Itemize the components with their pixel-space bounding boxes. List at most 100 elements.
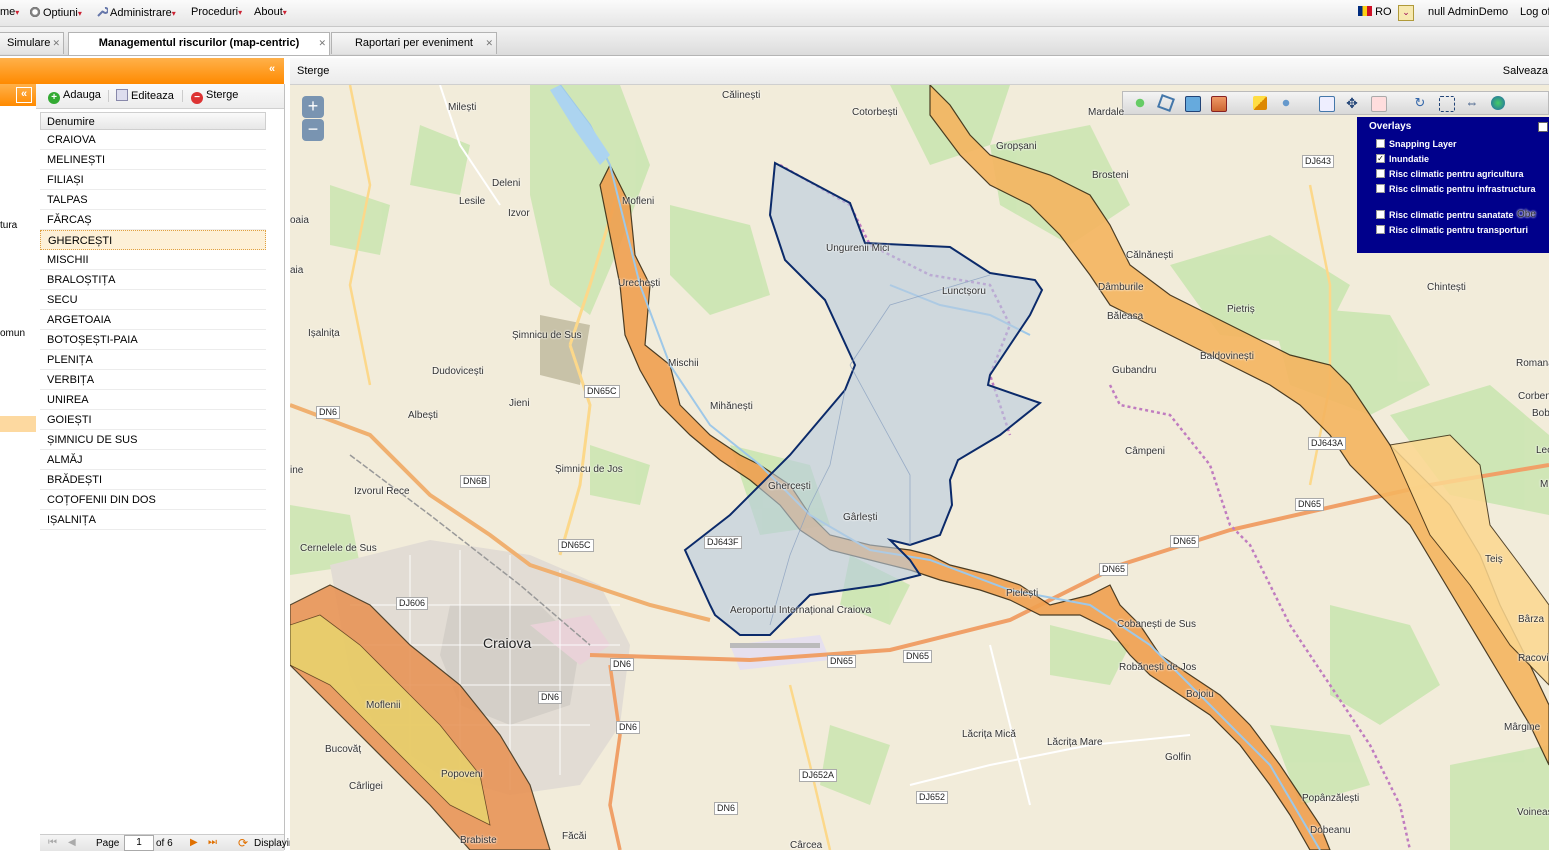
table-row[interactable]: ȘIMNICU DE SUS xyxy=(40,430,266,450)
language-dropdown-icon[interactable]: ⌄ xyxy=(1398,5,1414,21)
strip-selected-row[interactable] xyxy=(0,416,36,432)
table-row[interactable]: FĂRCAȘ xyxy=(40,210,266,230)
menu-optiuni[interactable]: Optiuni▾ xyxy=(29,6,82,19)
place-label: Călnănești xyxy=(1126,250,1174,261)
table-row[interactable]: MISCHII xyxy=(40,250,266,270)
checkbox[interactable] xyxy=(1376,169,1385,178)
runway xyxy=(730,643,820,648)
table-row[interactable]: BOTOȘEȘTI-PAIA xyxy=(40,330,266,350)
overlay-risc-infrastructura[interactable]: Risc climatic pentru infrastructura xyxy=(1376,184,1549,194)
chevron-down-icon: ▾ xyxy=(171,9,176,18)
logout-link[interactable]: Log of xyxy=(1520,6,1549,18)
edit-button[interactable]: Editeaza xyxy=(116,89,174,102)
last-page-icon[interactable]: ⏭ xyxy=(208,837,217,848)
table-row[interactable]: VERBIȚA xyxy=(40,370,266,390)
table-row[interactable]: MELINEȘTI xyxy=(40,150,266,170)
menu-optiuni-label: Optiuni xyxy=(43,7,78,19)
table-row[interactable]: CRAIOVA xyxy=(40,130,266,150)
table-row[interactable]: PLENIȚA xyxy=(40,350,266,370)
collapse-left-panel-icon[interactable]: « xyxy=(265,63,279,77)
place-label: Golfin xyxy=(1165,752,1192,763)
checkbox[interactable] xyxy=(1376,184,1385,193)
overlay-snapping-layer[interactable]: Snapping Layer xyxy=(1376,139,1549,149)
overlay-risc-agricultura[interactable]: Risc climatic pentru agricultura xyxy=(1376,169,1549,179)
checkbox[interactable] xyxy=(1376,139,1385,148)
overlay-risc-transporturi[interactable]: Risc climatic pentru transporturi xyxy=(1376,225,1549,235)
refresh-icon[interactable]: ⟳ xyxy=(238,836,248,850)
delete-feature-icon[interactable] xyxy=(1371,96,1387,112)
table-row[interactable]: BRĂDEȘTI xyxy=(40,470,266,490)
pencil-icon[interactable] xyxy=(1253,96,1267,110)
left-strip-panel: tura omun xyxy=(0,106,37,850)
menu-administrare[interactable]: Administrare▾ xyxy=(96,6,176,19)
rotate-icon[interactable]: ↻ xyxy=(1413,96,1427,110)
collapse-strip-icon[interactable]: « xyxy=(16,87,32,103)
road-label: DN6 xyxy=(316,406,341,419)
scissors-icon[interactable] xyxy=(1279,96,1293,110)
place-label: Cobanești de Sus xyxy=(1117,619,1196,630)
select-icon[interactable] xyxy=(1319,96,1335,112)
place-label: Călinești xyxy=(722,90,761,101)
place-label: Ghercești xyxy=(768,481,811,492)
road-label: DJ643A xyxy=(1308,437,1347,450)
minimize-icon[interactable] xyxy=(1538,122,1548,132)
table-row[interactable]: SECU xyxy=(40,290,266,310)
add-polygon-icon[interactable] xyxy=(1185,96,1201,112)
table-row[interactable]: UNIREA xyxy=(40,390,266,410)
add-line-icon[interactable] xyxy=(1157,94,1175,112)
close-icon[interactable]: ✕ xyxy=(318,33,326,54)
table-row[interactable]: IȘALNIȚA xyxy=(40,510,266,530)
measure-icon[interactable]: ⇔ xyxy=(1465,96,1479,110)
checkbox[interactable] xyxy=(1376,210,1385,219)
add-shape-icon[interactable] xyxy=(1211,96,1227,112)
table-row[interactable]: FILIAȘI xyxy=(40,170,266,190)
table-row[interactable]: GHERCEȘTI xyxy=(40,230,266,250)
zoom-out-button[interactable]: − xyxy=(302,119,324,141)
language-selector[interactable]: RO xyxy=(1358,6,1392,18)
road-label: DN65 xyxy=(1170,535,1200,548)
overlay-inundatie[interactable]: ✓ Inundatie xyxy=(1376,154,1549,164)
add-button-label: Adauga xyxy=(63,89,101,101)
table-row[interactable]: GOIEȘTI xyxy=(40,410,266,430)
place-label: Urechești xyxy=(618,278,661,289)
table-row[interactable]: BRALOȘTIȚA xyxy=(40,270,266,290)
add-point-icon[interactable] xyxy=(1133,96,1147,110)
checkbox[interactable] xyxy=(1376,225,1385,234)
prev-page-icon[interactable]: ◀ xyxy=(68,837,76,848)
tab-raportari[interactable]: Raportari per eveniment ✕ xyxy=(331,32,497,54)
map-viewport[interactable]: + − ✥ ↻ ⇔ Overlays Snapping Layer ✓ Inund… xyxy=(290,85,1549,850)
strip-label: omun xyxy=(0,328,26,339)
checkbox-checked[interactable]: ✓ xyxy=(1376,154,1385,163)
overlay-label: Risc climatic pentru infrastructura xyxy=(1389,184,1536,194)
tab-simulare[interactable]: Simulare ✕ xyxy=(0,32,64,54)
table-row[interactable]: TALPAS xyxy=(40,190,266,210)
map-delete-button[interactable]: Sterge xyxy=(297,65,329,77)
road-label: DN6 xyxy=(616,721,641,734)
place-label: Mârgine xyxy=(1504,722,1541,733)
globe-icon[interactable] xyxy=(1491,96,1505,110)
menu-home[interactable]: me▾ xyxy=(0,6,19,18)
place-label: Lăcrița Mică xyxy=(962,729,1016,740)
table-row[interactable]: ARGETOAIA xyxy=(40,310,266,330)
zoom-box-icon[interactable] xyxy=(1439,96,1455,112)
map-save-button[interactable]: Salveaza xyxy=(1503,65,1548,77)
tab-managementul-riscurilor[interactable]: Managementul riscurilor (map-centric) ✕ xyxy=(68,32,330,55)
menu-about[interactable]: About▾ xyxy=(254,6,287,18)
close-icon[interactable]: ✕ xyxy=(52,33,60,54)
place-label: Șimnicu de Sus xyxy=(512,330,582,341)
column-header-denumire[interactable]: Denumire xyxy=(40,112,266,130)
add-button[interactable]: + Adauga xyxy=(48,89,101,104)
menu-proceduri[interactable]: Proceduri▾ xyxy=(191,6,242,18)
place-label: aia xyxy=(290,265,304,276)
table-row[interactable]: COȚOFENII DIN DOS xyxy=(40,490,266,510)
next-page-icon[interactable]: ▶ xyxy=(190,837,198,848)
zoom-in-button[interactable]: + xyxy=(302,96,324,118)
pan-icon[interactable]: ✥ xyxy=(1345,96,1359,110)
first-page-icon[interactable]: ⏮ xyxy=(48,837,57,848)
close-icon[interactable]: ✕ xyxy=(485,33,493,54)
table-row[interactable]: ALMĂJ xyxy=(40,450,266,470)
page-number-input[interactable]: 1 xyxy=(124,835,154,851)
place-label: Mihănești xyxy=(710,401,753,412)
place-label: Gârlești xyxy=(843,512,878,523)
delete-button[interactable]: − Sterge xyxy=(191,89,238,104)
